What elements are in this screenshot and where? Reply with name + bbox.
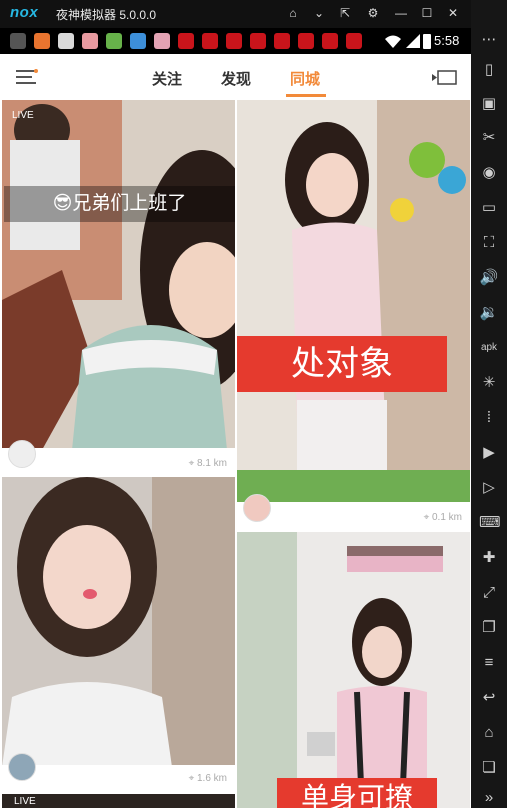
signal-icon — [406, 34, 420, 48]
window-title: 夜神模拟器 5.0.0.0 — [56, 8, 157, 22]
sunglasses-emoji-icon: 😎 — [52, 193, 73, 214]
maximize-icon[interactable]: ☐ — [418, 4, 436, 22]
emulator-title-bar: nox 夜神模拟器 5.0.0.0 ⌂ ⌄ ⇱ ⚙ — ☐ ✕ — [0, 0, 507, 28]
notification-icon — [202, 33, 218, 49]
play-icon[interactable]: ▷ — [479, 478, 499, 498]
card-meta: ⌖ 0.1 km — [237, 494, 470, 530]
phone-icon[interactable]: ▯ — [479, 60, 499, 80]
video-icon[interactable]: ▶ — [479, 443, 499, 463]
notification-icon — [106, 33, 122, 49]
pin-icon[interactable]: ⇱ — [336, 4, 354, 22]
robot-icon[interactable]: ▣ — [479, 94, 499, 114]
emulator-toolbar: ⋯ ▯ ▣ ✂ ◉ ▭ ⛶ 🔊 🔉 apk ✳ ⁞ ▶ ▷ ⌨ ✚ ⤢ ❐ ≡ … — [471, 0, 507, 808]
shake-icon[interactable]: ⁞ — [479, 408, 499, 428]
avatar[interactable] — [243, 494, 271, 522]
distance-label: ⌖ 1.6 km — [188, 773, 227, 784]
volume-up-icon[interactable]: 🔊 — [479, 268, 499, 288]
card-caption: 单身可撩 — [277, 778, 437, 808]
notification-icon — [154, 33, 170, 49]
notification-icon — [274, 33, 290, 49]
avatar[interactable] — [8, 440, 36, 468]
notification-icon — [346, 33, 362, 49]
minimize-icon[interactable]: — — [392, 4, 410, 22]
notification-icon — [178, 33, 194, 49]
card-photo — [237, 100, 470, 504]
notification-icon — [298, 33, 314, 49]
status-time: 5:58 — [434, 33, 460, 48]
notification-icon — [130, 33, 146, 49]
feed-card[interactable]: ⌖ 1.6 km — [2, 477, 235, 792]
distance-label: ⌖ 0.1 km — [423, 512, 462, 523]
live-badge: LIVE — [12, 110, 34, 121]
card-photo — [2, 100, 235, 450]
apk-icon[interactable]: apk — [479, 338, 499, 358]
more-icon[interactable]: ⋯ — [479, 30, 499, 50]
notification-icon — [322, 33, 338, 49]
notification-icon — [250, 33, 266, 49]
card-caption: 处对象 — [237, 336, 447, 392]
card-meta: ⌖ 1.6 km — [2, 753, 235, 792]
notification-icon — [34, 33, 50, 49]
battery-icon — [423, 34, 431, 49]
chevron-down-icon[interactable]: ⌄ — [310, 4, 328, 22]
live-broadcast-icon[interactable] — [432, 70, 458, 86]
distance-label: ⌖ 8.1 km — [188, 458, 227, 469]
gamepad-icon[interactable]: ✚ — [479, 548, 499, 568]
nearby-feed: LIVE 😎兄弟们上班了 ⌖ 8.1 km 处对象 ⌖ 0.1 km ⌖ 1.6… — [0, 100, 471, 808]
tab-follow[interactable]: 关注 — [152, 68, 182, 89]
more-down-icon[interactable]: » — [479, 788, 499, 808]
back-icon[interactable]: ↩ — [479, 688, 499, 708]
home-icon[interactable]: ⌂ — [284, 4, 302, 22]
gear-icon[interactable]: ⚙ — [364, 4, 382, 22]
scissors-icon[interactable]: ✂ — [479, 128, 499, 148]
nox-logo: nox — [10, 4, 39, 21]
location-icon[interactable]: ◉ — [479, 163, 499, 183]
feed-card[interactable]: LIVE 😎兄弟们上班了 ⌖ 8.1 km — [2, 100, 235, 475]
fullscreen-icon[interactable]: ⛶ — [479, 233, 499, 253]
feed-card[interactable]: 处对象 ⌖ 0.1 km — [237, 100, 470, 530]
menu-icon[interactable]: ≡ — [479, 653, 499, 673]
tab-discover[interactable]: 发现 — [221, 68, 251, 89]
live-badge: LIVE — [14, 796, 36, 807]
close-icon[interactable]: ✕ — [444, 4, 462, 22]
notification-icon — [10, 33, 26, 49]
multi-window-icon[interactable]: ⤢ — [479, 583, 499, 603]
feed-card[interactable]: LIVE — [2, 794, 235, 808]
screen-icon[interactable]: ▭ — [479, 198, 499, 218]
card-caption: 😎兄弟们上班了 — [4, 186, 235, 222]
home-nav-icon[interactable]: ⌂ — [479, 723, 499, 743]
avatar[interactable] — [8, 753, 36, 781]
card-photo — [237, 532, 470, 808]
wifi-icon — [385, 35, 401, 48]
feed-card[interactable]: 单身可撩 — [237, 532, 470, 808]
android-status-bar: 5:58 — [0, 28, 471, 54]
recent-apps-icon[interactable]: ❏ — [479, 758, 499, 778]
tab-nearby[interactable]: 同城 — [290, 68, 320, 89]
volume-down-icon[interactable]: 🔉 — [479, 303, 499, 323]
menu-icon[interactable] — [16, 69, 38, 85]
notification-icon — [226, 33, 242, 49]
copy-icon[interactable]: ❐ — [479, 618, 499, 638]
card-photo — [2, 477, 235, 767]
keyboard-icon[interactable]: ⌨ — [479, 513, 501, 533]
notification-icon — [82, 33, 98, 49]
card-meta: ⌖ 8.1 km — [2, 440, 235, 475]
active-tab-indicator — [286, 94, 326, 97]
app-header: 关注 发现 同城 — [0, 54, 471, 101]
notification-icon — [58, 33, 74, 49]
loading-icon[interactable]: ✳ — [479, 373, 499, 393]
